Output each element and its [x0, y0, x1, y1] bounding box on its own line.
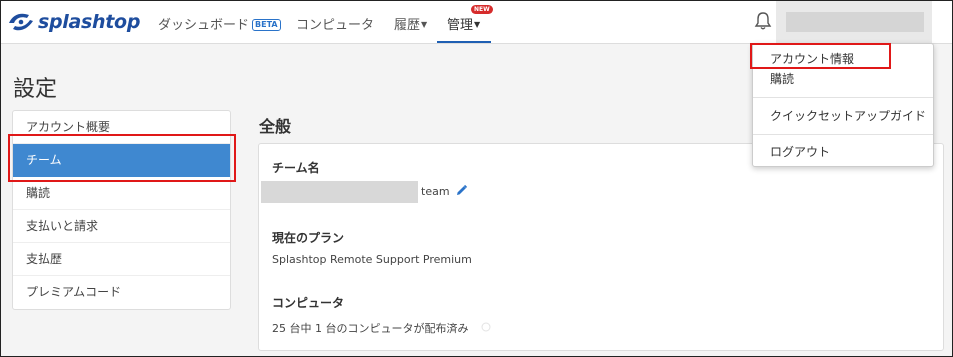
chevron-down-icon: ▼	[421, 20, 428, 29]
team-name-suffix: team	[421, 185, 450, 198]
new-badge: NEW	[471, 5, 493, 14]
info-icon	[481, 322, 491, 332]
nav-admin[interactable]: 管理▼	[447, 14, 480, 33]
sidebar-item-account-overview[interactable]: アカウント概要	[13, 111, 230, 144]
nav-history[interactable]: 履歴▼	[394, 14, 427, 33]
app-window: splashtop ダッシュボード BETA コンピュータ 履歴▼ 管理▼ NEW…	[0, 0, 953, 357]
sidebar-item-payment-billing[interactable]: 支払いと請求	[13, 210, 230, 243]
nav-computers[interactable]: コンピュータ	[296, 14, 374, 33]
dropdown-divider	[753, 97, 933, 98]
user-menu-tab[interactable]	[776, 1, 932, 43]
chevron-down-icon: ▼	[474, 20, 481, 29]
dropdown-item-subscription[interactable]: 購読	[770, 70, 794, 87]
nav-dashboard-label: ダッシュボード	[158, 18, 250, 33]
settings-sidebar: アカウント概要 チーム 購読 支払いと請求 支払歴 プレミアムコード	[12, 110, 231, 310]
page-title: 設定	[13, 77, 58, 102]
computers-deployed-value: 25 台中 1 台のコンピュータが配布済み	[272, 322, 469, 335]
bell-icon[interactable]	[754, 11, 772, 31]
dropdown-item-logout[interactable]: ログアウト	[770, 143, 830, 160]
dropdown-item-account-info[interactable]: アカウント情報	[770, 50, 854, 67]
nav-admin-label: 管理	[447, 18, 474, 33]
sidebar-item-subscription[interactable]: 購読	[13, 177, 230, 210]
computers-label: コンピュータ	[272, 296, 345, 310]
general-settings-card: チーム名 team 現在のプラン Splashtop Remote Suppor…	[258, 143, 944, 351]
dropdown-item-quick-setup-guide[interactable]: クイックセットアップガイド	[770, 107, 926, 124]
sidebar-item-premium-code[interactable]: プレミアムコード	[13, 276, 230, 309]
edit-pencil-icon[interactable]	[455, 184, 468, 197]
nav-dashboard[interactable]: ダッシュボード BETA	[158, 14, 281, 33]
top-navbar: splashtop ダッシュボード BETA コンピュータ 履歴▼ 管理▼ NEW	[1, 1, 952, 44]
splashtop-logo-icon	[9, 13, 33, 31]
account-dropdown-menu: アカウント情報 購読 クイックセットアップガイド ログアウト	[752, 43, 934, 167]
sidebar-item-payment-history[interactable]: 支払歴	[13, 243, 230, 276]
team-name-label: チーム名	[272, 161, 320, 175]
nav-history-label: 履歴	[394, 18, 421, 33]
splashtop-logo[interactable]: splashtop	[7, 10, 140, 34]
active-nav-indicator	[437, 41, 491, 43]
brand-name: splashtop	[38, 11, 141, 33]
sidebar-item-team[interactable]: チーム	[13, 144, 230, 177]
beta-badge: BETA	[252, 19, 281, 31]
current-plan-label: 現在のプラン	[272, 231, 345, 245]
section-title: 全般	[259, 117, 292, 136]
dropdown-divider	[753, 134, 933, 135]
user-name-redacted	[786, 12, 924, 32]
team-name-redacted	[261, 181, 418, 203]
current-plan-value: Splashtop Remote Support Premium	[272, 253, 472, 266]
